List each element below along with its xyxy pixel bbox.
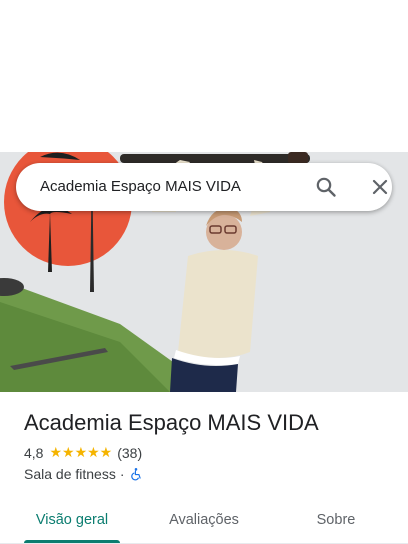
category-row: Sala de fitness · [24, 466, 143, 482]
tab-reviews[interactable]: Avaliações [154, 496, 254, 544]
close-icon[interactable] [368, 175, 392, 199]
tab-overview[interactable]: Visão geral [24, 496, 120, 544]
rating-row[interactable]: 4,8 ★★★★★ (38) [24, 445, 142, 461]
place-info-panel: Academia Espaço MAIS VIDA 4,8 ★★★★★ (38)… [0, 392, 408, 544]
review-count[interactable]: (38) [117, 445, 142, 461]
tab-bar: Visão geral Avaliações Sobre [0, 496, 408, 544]
tab-about[interactable]: Sobre [296, 496, 376, 544]
map-top-blank-area [0, 0, 408, 152]
search-bar[interactable]: Academia Espaço MAIS VIDA [16, 163, 392, 211]
rating-value: 4,8 [24, 445, 44, 461]
separator-dot: · [119, 466, 125, 482]
place-category[interactable]: Sala de fitness [24, 466, 116, 482]
search-icon[interactable] [314, 175, 338, 199]
star-rating: ★★★★★ [49, 445, 113, 461]
wheelchair-icon [129, 467, 143, 481]
search-input[interactable]: Academia Espaço MAIS VIDA [40, 178, 241, 195]
place-title: Academia Espaço MAIS VIDA [24, 410, 319, 435]
